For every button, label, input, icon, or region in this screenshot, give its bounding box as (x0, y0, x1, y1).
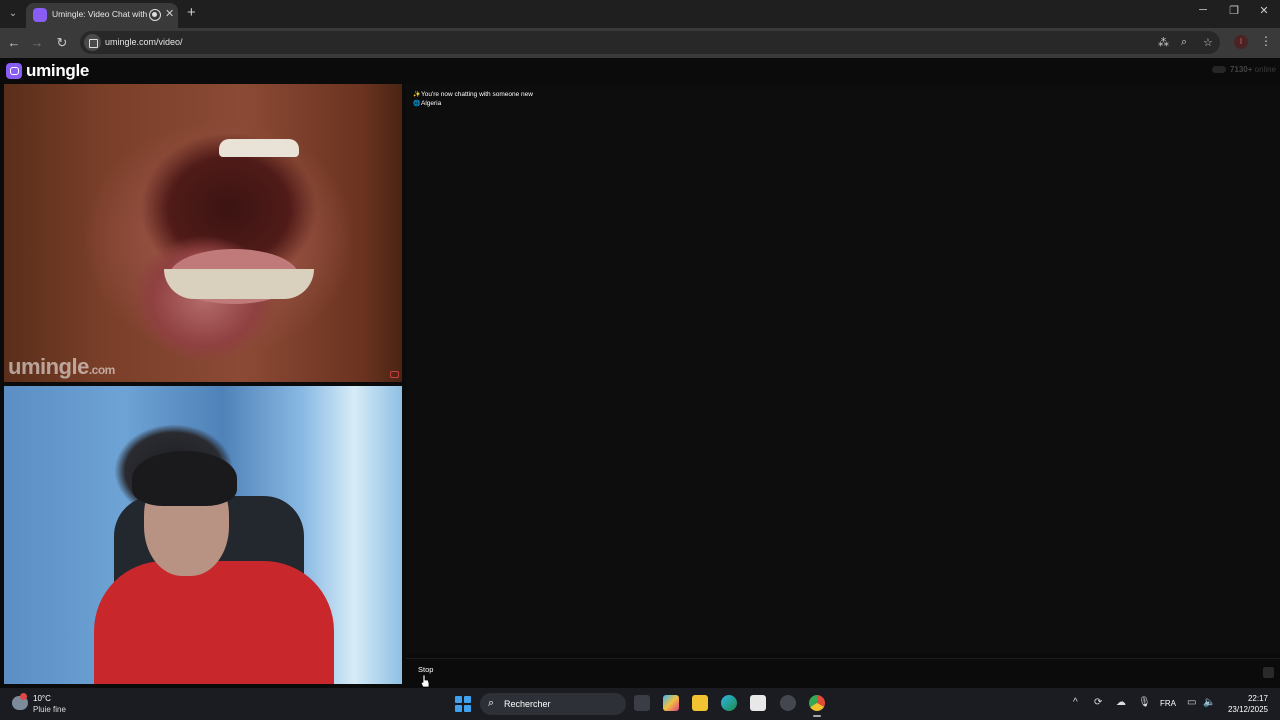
tab-title: Umingle: Video Chat with S (52, 9, 147, 19)
site-info-icon[interactable] (84, 34, 101, 51)
tab-close-icon[interactable]: ✕ (165, 7, 174, 20)
weather-temperature[interactable]: 10°C (33, 694, 51, 703)
tray-expand-chevron-icon[interactable]: ^ (1073, 697, 1078, 708)
cloud-icon[interactable]: ☁ (1116, 697, 1126, 708)
stranger-video: umingle.com (4, 84, 402, 382)
window-close-icon[interactable]: ✕ (1249, 4, 1279, 17)
file-explorer-icon[interactable] (692, 695, 708, 711)
store-icon[interactable] (750, 695, 766, 711)
sync-icon[interactable]: ⟳ (1094, 697, 1102, 708)
address-bar[interactable]: umingle.com/video/ ⁂ ⌕ ☆ (80, 31, 1220, 54)
microphone-icon[interactable]: 🎙 (1138, 697, 1151, 708)
online-counter: 7130+ online (1211, 65, 1276, 74)
clock-time: 22:17 (1247, 694, 1268, 703)
chat-message: ✨You're now chatting with someone new (413, 91, 533, 98)
zoom-icon[interactable]: ⌕ (1181, 36, 1187, 49)
chat-input-bar: Stop (406, 658, 1280, 688)
umingle-favicon-icon (33, 8, 47, 22)
volume-icon[interactable]: 🔈 (1203, 697, 1215, 708)
taskbar-search[interactable]: ⌕ Rechercher (480, 693, 626, 715)
umingle-page: umingle 7130+ online umingle.com ✨You're… (0, 58, 1280, 688)
windows-start-icon[interactable] (455, 696, 471, 712)
new-tab-button[interactable]: + (187, 4, 196, 21)
network-icon[interactable]: ▭ (1187, 697, 1196, 708)
bookmark-star-icon[interactable]: ☆ (1203, 36, 1213, 49)
weather-icon[interactable] (12, 693, 28, 710)
restore-icon[interactable]: ❐ (1219, 4, 1249, 17)
reload-icon[interactable]: ↻ (54, 35, 70, 51)
browser-toolbar: ← → ↻ umingle.com/video/ ⁂ ⌕ ☆ I ⋮ (0, 28, 1280, 58)
video-frame-detail (132, 451, 237, 506)
search-icon: ⌕ (488, 697, 495, 709)
task-view-icon[interactable] (634, 695, 650, 711)
minimize-icon[interactable]: ─ (1188, 4, 1218, 16)
weather-description[interactable]: Pluie fine (33, 705, 66, 714)
send-icon[interactable] (1263, 667, 1274, 678)
online-count: 7130+ (1229, 65, 1253, 74)
chat-message-text: Algeria (421, 100, 442, 107)
tab-search-chevron-icon[interactable]: ⌄ (4, 5, 22, 23)
address-url[interactable]: umingle.com/video/ (105, 37, 183, 47)
video-watermark: umingle.com (8, 354, 115, 380)
sparkles-icon: ✨ (413, 92, 421, 98)
stop-button[interactable]: Stop (418, 665, 433, 674)
forward-arrow-icon[interactable]: → (29, 35, 45, 50)
globe-icon: 🌐 (413, 101, 421, 107)
search-label: Rechercher (504, 699, 551, 709)
online-label: online (1254, 65, 1276, 74)
steam-icon[interactable] (780, 695, 796, 711)
back-arrow-icon[interactable]: ← (6, 35, 22, 50)
chat-bubble-logo-icon (6, 63, 22, 79)
chat-log: ✨You're now chatting with someone new 🌐A… (406, 84, 1280, 654)
video-frame-detail (219, 139, 299, 157)
translate-icon[interactable]: ⁂ (1158, 36, 1169, 49)
hand-cursor-icon (420, 674, 430, 688)
chat-message-text: You're now chatting with someone new (421, 91, 533, 98)
browser-tab-strip: ⌄ Umingle: Video Chat with S ✕ + ─ ❐ ✕ (0, 0, 1280, 28)
profile-avatar-icon[interactable]: I (1234, 35, 1248, 49)
windows-taskbar: 10°C Pluie fine ⌕ Rechercher ^ ⟳ ☁ 🎙 FRA… (0, 688, 1280, 720)
language-indicator[interactable]: FRA (1160, 699, 1176, 708)
clock-date: 23/12/2025 (1227, 705, 1268, 714)
video-frame-detail (94, 561, 334, 684)
chat-message: 🌐Algeria (413, 100, 441, 107)
video-frame-detail (164, 269, 314, 299)
recording-indicator-icon (149, 9, 161, 21)
edge-icon[interactable] (721, 695, 737, 711)
logo-text: umingle (26, 61, 90, 80)
browser-menu-icon[interactable]: ⋮ (1260, 34, 1272, 48)
copilot-icon[interactable] (663, 695, 679, 711)
system-clock[interactable]: 22:17 23/12/2025 (1226, 693, 1268, 715)
browser-tab-active[interactable]: Umingle: Video Chat with S ✕ (26, 3, 178, 28)
watermark-main: umingle (8, 354, 89, 379)
report-flag-icon[interactable] (390, 371, 399, 378)
watermark-suffix: .com (88, 363, 116, 377)
self-video (4, 386, 402, 684)
toggle-icon[interactable] (1211, 66, 1226, 74)
chrome-icon[interactable] (809, 695, 825, 717)
